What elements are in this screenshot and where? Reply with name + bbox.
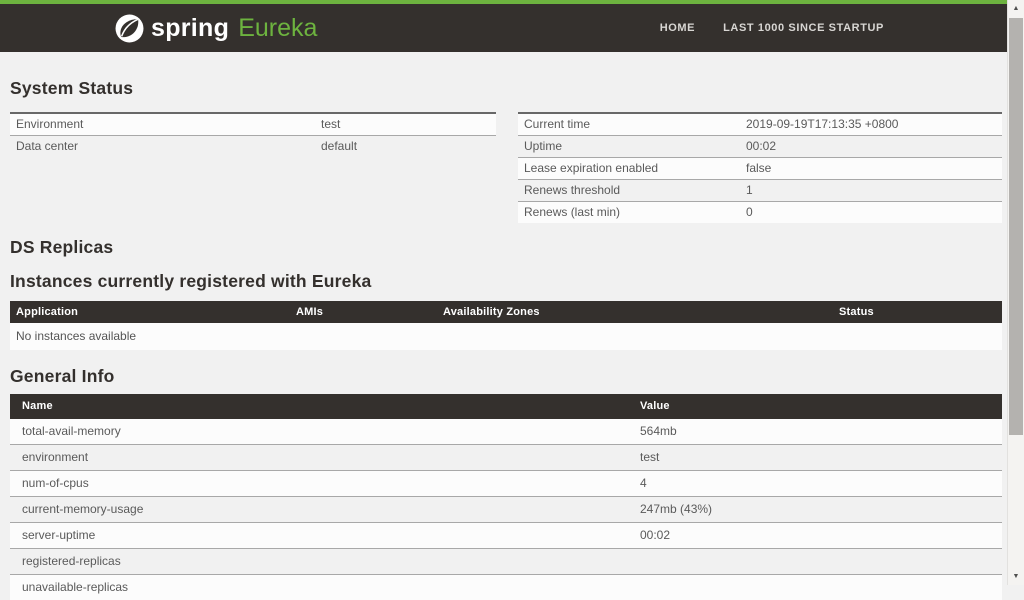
general-info-heading: General Info (10, 366, 1002, 387)
table-row: Data center default (10, 136, 496, 158)
status-value: test (315, 113, 496, 136)
info-name: environment (10, 445, 628, 471)
brand-eureka-text: Eureka (238, 14, 317, 43)
info-name: unavailable-replicas (10, 575, 628, 600)
status-label: Data center (10, 136, 315, 158)
instances-header-row: Application AMIs Availability Zones Stat… (10, 301, 1002, 323)
main-content: System Status Environment test Data cent… (0, 52, 1024, 600)
system-status-heading: System Status (10, 52, 1002, 99)
system-status-tables: Environment test Data center default Cur… (10, 112, 1002, 223)
table-row: Uptime 00:02 (518, 136, 1002, 158)
info-value: 00:02 (628, 523, 1002, 549)
status-label: Uptime (518, 136, 740, 158)
info-name: current-memory-usage (10, 497, 628, 523)
instances-table: Application AMIs Availability Zones Stat… (10, 301, 1002, 350)
info-value (628, 575, 1002, 600)
brand-link[interactable]: spring Eureka (115, 4, 317, 52)
ds-replicas-heading: DS Replicas (10, 237, 1002, 258)
table-row: server-uptime 00:02 (10, 523, 1002, 549)
general-info-header-row: Name Value (10, 394, 1002, 419)
info-name: num-of-cpus (10, 471, 628, 497)
column-header-amis: AMIs (290, 301, 437, 323)
table-row: total-avail-memory 564mb (10, 419, 1002, 445)
status-label: Current time (518, 113, 740, 136)
status-value: 2019-09-19T17:13:35 +0800 (740, 113, 1002, 136)
spring-logo-icon (115, 14, 144, 43)
column-header-status: Status (833, 301, 1002, 323)
info-name: server-uptime (10, 523, 628, 549)
vertical-scrollbar[interactable]: ▲ ▼ (1007, 0, 1024, 585)
info-value: 564mb (628, 419, 1002, 445)
no-instances-message: No instances available (10, 323, 1002, 350)
table-row: registered-replicas (10, 549, 1002, 575)
table-row: unavailable-replicas (10, 575, 1002, 600)
nav-link-home[interactable]: HOME (660, 22, 695, 34)
info-name: registered-replicas (10, 549, 628, 575)
column-header-name: Name (10, 394, 628, 419)
info-value: test (628, 445, 1002, 471)
table-row: Lease expiration enabled false (518, 158, 1002, 180)
info-value (628, 549, 1002, 575)
instances-heading: Instances currently registered with Eure… (10, 271, 1002, 292)
column-header-availability-zones: Availability Zones (437, 301, 833, 323)
table-row: current-memory-usage 247mb (43%) (10, 497, 1002, 523)
column-header-value: Value (628, 394, 1002, 419)
table-row: Renews threshold 1 (518, 180, 1002, 202)
status-value: 0 (740, 202, 1002, 224)
info-name: total-avail-memory (10, 419, 628, 445)
navbar: spring Eureka HOME LAST 1000 SINCE START… (0, 0, 1007, 52)
status-label: Renews threshold (518, 180, 740, 202)
table-row: Current time 2019-09-19T17:13:35 +0800 (518, 113, 1002, 136)
info-value: 247mb (43%) (628, 497, 1002, 523)
info-value: 4 (628, 471, 1002, 497)
scrollbar-thumb[interactable] (1009, 18, 1023, 435)
nav-link-last-1000[interactable]: LAST 1000 SINCE STARTUP (723, 22, 884, 34)
general-info-table: Name Value total-avail-memory 564mb envi… (10, 394, 1002, 600)
scrollbar-up-icon[interactable]: ▲ (1008, 0, 1024, 17)
column-header-application: Application (10, 301, 290, 323)
table-row: Environment test (10, 113, 496, 136)
system-status-right-table: Current time 2019-09-19T17:13:35 +0800 U… (518, 112, 1002, 223)
status-value: 1 (740, 180, 1002, 202)
status-label: Lease expiration enabled (518, 158, 740, 180)
navbar-links: HOME LAST 1000 SINCE STARTUP (660, 4, 884, 52)
status-value: false (740, 158, 1002, 180)
table-row: Renews (last min) 0 (518, 202, 1002, 224)
status-value: 00:02 (740, 136, 1002, 158)
status-label: Environment (10, 113, 315, 136)
table-row: No instances available (10, 323, 1002, 350)
system-status-left-table: Environment test Data center default (10, 112, 496, 157)
scrollbar-down-icon[interactable]: ▼ (1008, 568, 1024, 585)
table-row: environment test (10, 445, 1002, 471)
table-row: num-of-cpus 4 (10, 471, 1002, 497)
brand-spring-text: spring (151, 14, 229, 43)
status-label: Renews (last min) (518, 202, 740, 224)
status-value: default (315, 136, 496, 158)
